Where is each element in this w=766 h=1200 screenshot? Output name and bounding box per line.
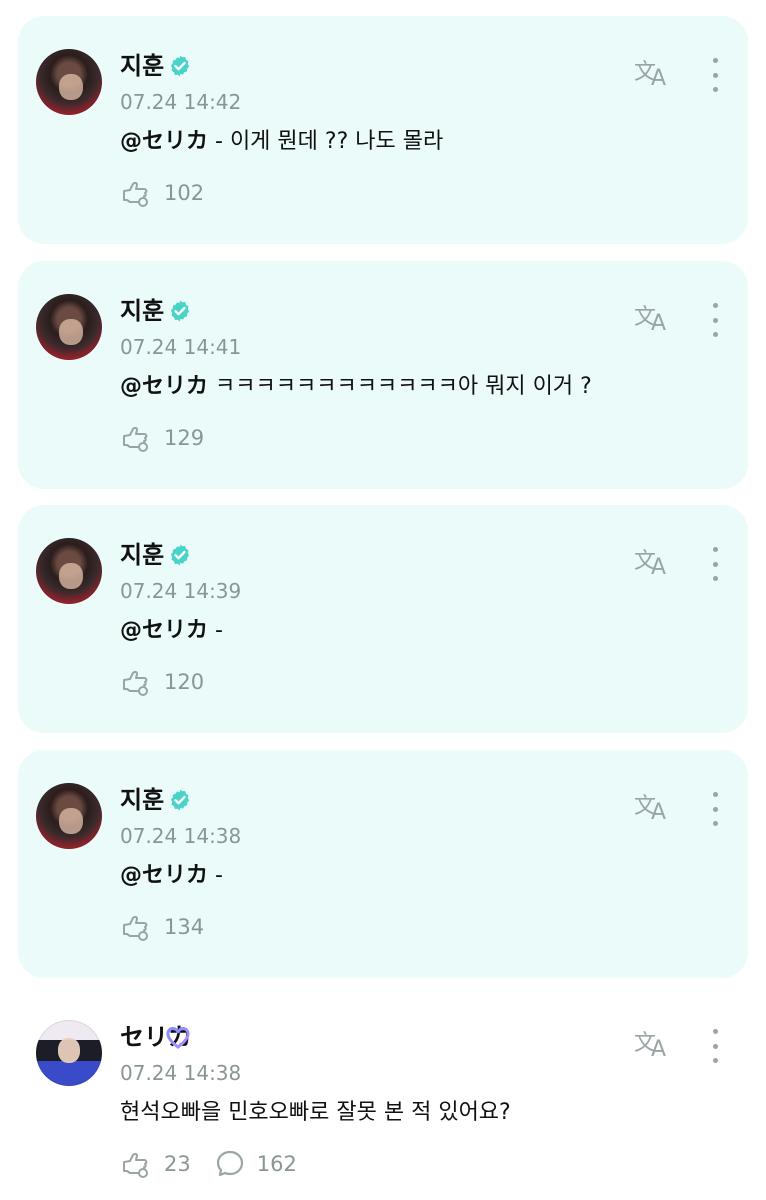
post-message: @セリカ -	[120, 616, 223, 646]
message-text: - 이게 뭔데 ?? 나도 몰라	[208, 129, 444, 154]
mention[interactable]: @セリカ	[120, 374, 208, 399]
reply-card[interactable]: セリカ 07.24 14:38 현석오빠을 민호오빠로 잘못 본 적 있어요? …	[18, 987, 748, 1197]
post-message: @セリカ -	[120, 861, 223, 891]
svg-text:A: A	[651, 66, 666, 88]
message-text: ㅋㅋㅋㅋㅋㅋㅋㅋㅋㅋㅋㅋ아 뭐지 이거 ?	[208, 374, 592, 399]
translate-icon[interactable]: 文A	[634, 299, 672, 336]
translate-icon[interactable]: 文A	[634, 788, 672, 825]
mention[interactable]: @セリカ	[120, 863, 208, 888]
svg-text:A: A	[651, 311, 666, 333]
post-time: 07.24 14:38	[120, 1061, 242, 1085]
post-card[interactable]: 지훈 07.24 14:42 @セリカ - 이게 뭔데 ?? 나도 몰라 文A …	[18, 16, 748, 244]
avatar[interactable]	[36, 294, 102, 360]
like-button[interactable]: 102	[120, 178, 204, 208]
avatar[interactable]	[36, 783, 102, 849]
like-hand-icon	[123, 915, 148, 941]
reaction-bar: 23 162	[120, 1149, 297, 1179]
mention[interactable]: @セリカ	[120, 129, 208, 154]
like-button[interactable]: 120	[120, 667, 204, 697]
svg-text:A: A	[651, 1037, 666, 1059]
verified-check-icon	[168, 54, 192, 78]
like-button[interactable]: 129	[120, 423, 204, 453]
more-vertical-icon[interactable]	[702, 545, 728, 583]
verified-check-icon	[168, 543, 192, 567]
like-hand-icon	[123, 426, 148, 452]
like-button[interactable]: 134	[120, 912, 204, 942]
comment-bubble-icon	[216, 1150, 243, 1177]
avatar[interactable]	[36, 49, 102, 115]
more-vertical-icon[interactable]	[702, 301, 728, 339]
message-text: -	[208, 863, 223, 888]
avatar[interactable]	[36, 538, 102, 604]
post-card[interactable]: 지훈 07.24 14:38 @セリカ - 文A 134	[18, 750, 748, 978]
message-text: -	[208, 618, 223, 643]
more-vertical-icon[interactable]	[702, 790, 728, 828]
translate-icon[interactable]: 文A	[634, 54, 672, 91]
more-vertical-icon[interactable]	[702, 56, 728, 94]
author-name[interactable]: 지훈	[120, 296, 164, 326]
svg-text:A: A	[651, 800, 666, 822]
verified-check-icon	[168, 788, 192, 812]
like-hand-icon[interactable]	[120, 1149, 152, 1179]
like-count: 129	[164, 426, 205, 450]
like-count: 134	[164, 915, 205, 939]
post-message: 현석오빠을 민호오빠로 잘못 본 적 있어요?	[120, 1100, 511, 1125]
heart-badge-icon	[166, 1027, 190, 1049]
post-message: @セリカ ㅋㅋㅋㅋㅋㅋㅋㅋㅋㅋㅋㅋ아 뭐지 이거 ?	[120, 372, 592, 402]
like-count: 102	[164, 181, 205, 205]
more-vertical-icon[interactable]	[702, 1027, 728, 1065]
post-card[interactable]: 지훈 07.24 14:41 @セリカ ㅋㅋㅋㅋㅋㅋㅋㅋㅋㅋㅋㅋ아 뭐지 이거 …	[18, 261, 748, 489]
post-card[interactable]: 지훈 07.24 14:39 @セリカ - 文A 120	[18, 505, 748, 733]
author-name[interactable]: 지훈	[120, 785, 164, 815]
comment-button[interactable]: 162	[215, 1149, 297, 1179]
post-time: 07.24 14:39	[120, 579, 242, 603]
avatar[interactable]	[36, 1020, 102, 1086]
post-time: 07.24 14:38	[120, 824, 242, 848]
translate-icon[interactable]: 文A	[634, 543, 672, 580]
comment-count: 162	[256, 1152, 297, 1176]
like-count: 23	[164, 1152, 191, 1176]
like-hand-icon	[123, 670, 148, 696]
author-name[interactable]: 지훈	[120, 540, 164, 570]
post-time: 07.24 14:42	[120, 90, 242, 114]
verified-check-icon	[168, 299, 192, 323]
like-hand-icon	[123, 181, 148, 207]
translate-icon[interactable]: 文A	[634, 1025, 672, 1062]
post-message: @セリカ - 이게 뭔데 ?? 나도 몰라	[120, 127, 443, 157]
like-count: 120	[164, 670, 205, 694]
svg-text:A: A	[651, 555, 666, 577]
mention[interactable]: @セリカ	[120, 618, 208, 643]
author-name[interactable]: 지훈	[120, 51, 164, 81]
post-time: 07.24 14:41	[120, 335, 242, 359]
